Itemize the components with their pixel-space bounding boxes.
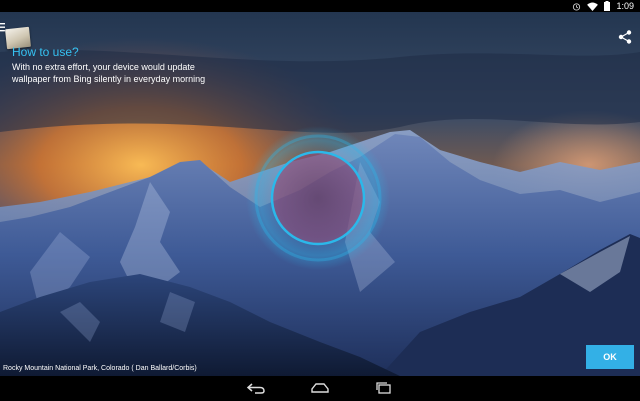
recents-icon[interactable]	[374, 380, 394, 396]
wifi-icon	[587, 1, 599, 11]
navigation-bar	[0, 376, 640, 400]
home-icon[interactable]	[310, 380, 330, 396]
hint-title: How to use?	[12, 45, 79, 59]
focus-ring-highlight[interactable]	[245, 125, 391, 271]
share-icon[interactable]	[618, 30, 632, 44]
usage-hint: How to use? With no extra effort, your d…	[12, 45, 272, 85]
hint-body: With no extra effort, your device would …	[12, 62, 206, 84]
battery-icon	[604, 1, 611, 11]
alarm-icon	[572, 2, 581, 11]
status-icons: 1:09	[572, 0, 634, 12]
clock-time: 1:09	[616, 1, 634, 11]
back-icon[interactable]	[246, 380, 266, 396]
app-bar	[0, 12, 640, 50]
ok-button[interactable]: OK	[586, 345, 634, 369]
wallpaper-caption: Rocky Mountain National Park, Colorado (…	[3, 365, 197, 372]
status-bar: 1:09	[0, 0, 640, 12]
